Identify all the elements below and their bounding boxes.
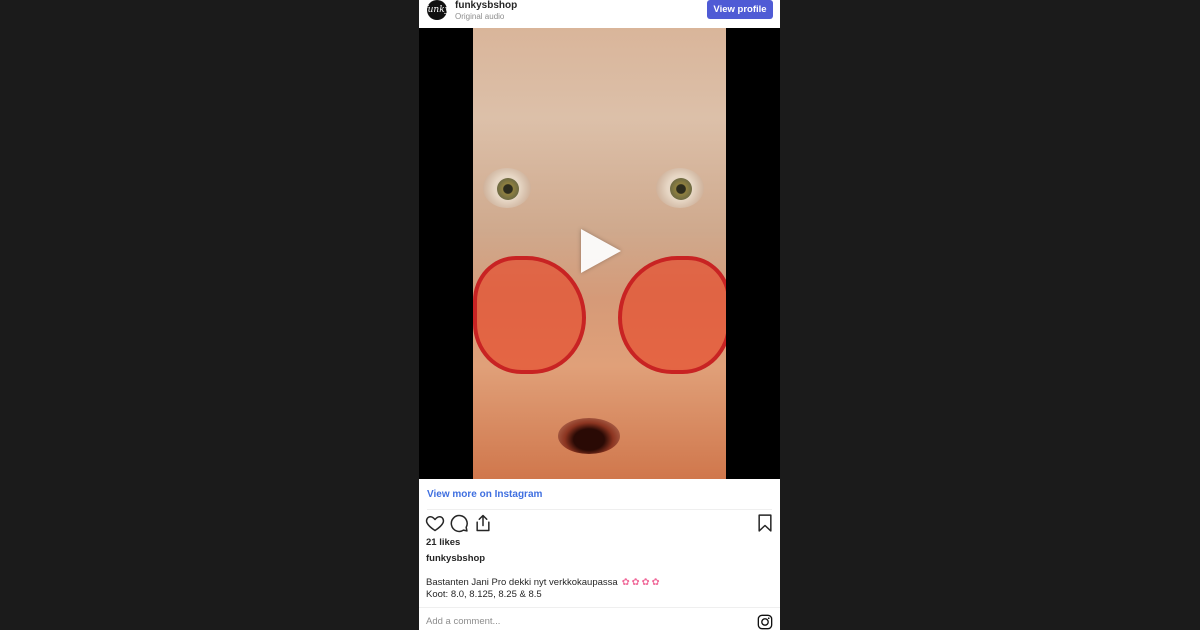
bookmark-icon[interactable] xyxy=(755,513,775,533)
flower-emojis: ✿✿✿✿ xyxy=(621,577,662,588)
divider xyxy=(419,607,780,608)
instagram-logo-icon[interactable] xyxy=(757,614,773,630)
left-lens xyxy=(473,256,586,374)
audio-label[interactable]: Original audio xyxy=(455,12,504,21)
likes-count[interactable]: 21 likes xyxy=(426,537,460,548)
view-more-on-instagram-link[interactable]: View more on Instagram xyxy=(427,489,542,500)
mouth xyxy=(558,418,620,454)
username-link[interactable]: funkysbshop xyxy=(455,0,517,11)
right-eye xyxy=(656,168,704,208)
play-icon[interactable] xyxy=(581,229,621,273)
comment-bubble-icon[interactable] xyxy=(449,513,469,533)
right-lens xyxy=(618,256,726,374)
heart-icon[interactable] xyxy=(425,513,445,533)
comment-input[interactable] xyxy=(426,613,726,629)
caption-text: Bastanten Jani Pro dekki nyt verkkokaupa… xyxy=(426,577,662,588)
divider xyxy=(427,509,772,510)
avatar[interactable]: funky xyxy=(424,0,450,20)
video-player[interactable] xyxy=(419,28,780,479)
view-profile-button[interactable]: View profile xyxy=(707,0,773,19)
left-eye xyxy=(483,168,531,208)
instagram-embed-card: funky funkysbshop Original audio View pr… xyxy=(419,0,780,630)
caption-line-2: Koot: 8.0, 8.125, 8.25 & 8.5 xyxy=(426,589,542,600)
share-icon[interactable] xyxy=(473,513,493,533)
caption-line-1: Bastanten Jani Pro dekki nyt verkkokaupa… xyxy=(426,577,618,588)
caption-username[interactable]: funkysbshop xyxy=(426,553,485,564)
action-bar xyxy=(425,513,775,533)
post-header: funky funkysbshop Original audio View pr… xyxy=(419,0,780,28)
